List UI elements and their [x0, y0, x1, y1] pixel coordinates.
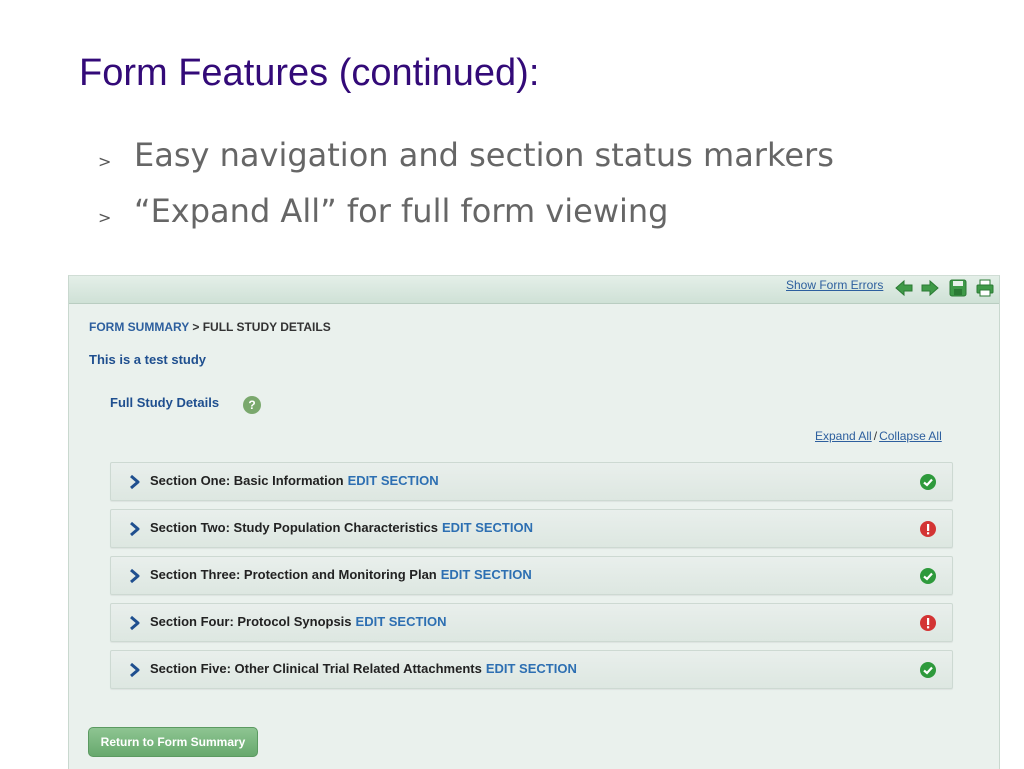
- section-row[interactable]: Section Two: Study Population Characteri…: [110, 509, 953, 548]
- arrow-left-icon[interactable]: [894, 278, 914, 298]
- return-to-form-summary-button[interactable]: Return to Form Summary: [88, 727, 258, 757]
- form-toolbar: Show Form Errors: [69, 276, 999, 304]
- edit-section-link[interactable]: EDIT SECTION: [348, 473, 439, 488]
- section-list: Section One: Basic Information EDIT SECTI…: [110, 462, 953, 697]
- section-title-text: Section Four: Protocol Synopsis: [150, 614, 352, 629]
- section-title: Section Four: Protocol Synopsis EDIT SECT…: [150, 614, 447, 629]
- breadcrumb-form-summary-link[interactable]: FORM SUMMARY: [89, 320, 189, 334]
- chevron-right-icon[interactable]: [127, 567, 143, 585]
- edit-section-link[interactable]: EDIT SECTION: [356, 614, 447, 629]
- slide-title: Form Features (continued):: [79, 52, 540, 94]
- complete-check-icon: [920, 662, 936, 678]
- chevron-right-icon[interactable]: [127, 473, 143, 491]
- section-title-text: Section One: Basic Information: [150, 473, 344, 488]
- show-form-errors-link[interactable]: Show Form Errors: [786, 278, 883, 292]
- complete-check-icon: [920, 568, 936, 584]
- complete-check-icon: [920, 474, 936, 490]
- expand-collapse-controls: Expand All / Collapse All: [815, 429, 942, 443]
- chevron-right-icon[interactable]: [127, 520, 143, 538]
- section-row[interactable]: Section One: Basic Information EDIT SECTI…: [110, 462, 953, 501]
- error-alert-icon: [920, 521, 936, 537]
- breadcrumb: FORM SUMMARY > FULL STUDY DETAILS: [89, 320, 331, 334]
- section-title: Section One: Basic Information EDIT SECTI…: [150, 473, 439, 488]
- save-icon[interactable]: [948, 278, 968, 298]
- bullet-text: Easy navigation and section status marke…: [134, 136, 834, 174]
- section-title-text: Section Three: Protection and Monitoring…: [150, 567, 437, 582]
- arrow-right-icon[interactable]: [920, 278, 940, 298]
- error-alert-icon: [920, 615, 936, 631]
- chevron-right-icon[interactable]: [127, 661, 143, 679]
- help-icon[interactable]: ?: [243, 396, 261, 414]
- bullet-marker: >: [98, 208, 112, 227]
- edit-section-link[interactable]: EDIT SECTION: [486, 661, 577, 676]
- bullet-text: “Expand All” for full form viewing: [134, 192, 669, 230]
- section-row[interactable]: Section Four: Protocol Synopsis EDIT SECT…: [110, 603, 953, 642]
- breadcrumb-current: FULL STUDY DETAILS: [202, 320, 331, 334]
- section-title: Section Two: Study Population Characteri…: [150, 520, 533, 535]
- section-title: Section Three: Protection and Monitoring…: [150, 567, 532, 582]
- study-name: This is a test study: [89, 352, 207, 367]
- collapse-all-link[interactable]: Collapse All: [879, 429, 942, 443]
- edit-section-link[interactable]: EDIT SECTION: [441, 567, 532, 582]
- expand-separator: /: [873, 429, 878, 443]
- print-icon[interactable]: [975, 278, 995, 298]
- section-row[interactable]: Section Five: Other Clinical Trial Relat…: [110, 650, 953, 689]
- details-title: Full Study Details: [110, 395, 220, 410]
- expand-all-link[interactable]: Expand All: [815, 429, 872, 443]
- section-row[interactable]: Section Three: Protection and Monitoring…: [110, 556, 953, 595]
- section-title-text: Section Two: Study Population Characteri…: [150, 520, 438, 535]
- chevron-right-icon[interactable]: [127, 614, 143, 632]
- form-screenshot: Show Form Errors FORM SUMMARY > FULL STU…: [68, 275, 1000, 769]
- edit-section-link[interactable]: EDIT SECTION: [442, 520, 533, 535]
- bullet-marker: >: [98, 152, 112, 171]
- breadcrumb-separator: >: [192, 320, 200, 334]
- section-title: Section Five: Other Clinical Trial Relat…: [150, 661, 577, 676]
- section-title-text: Section Five: Other Clinical Trial Relat…: [150, 661, 482, 676]
